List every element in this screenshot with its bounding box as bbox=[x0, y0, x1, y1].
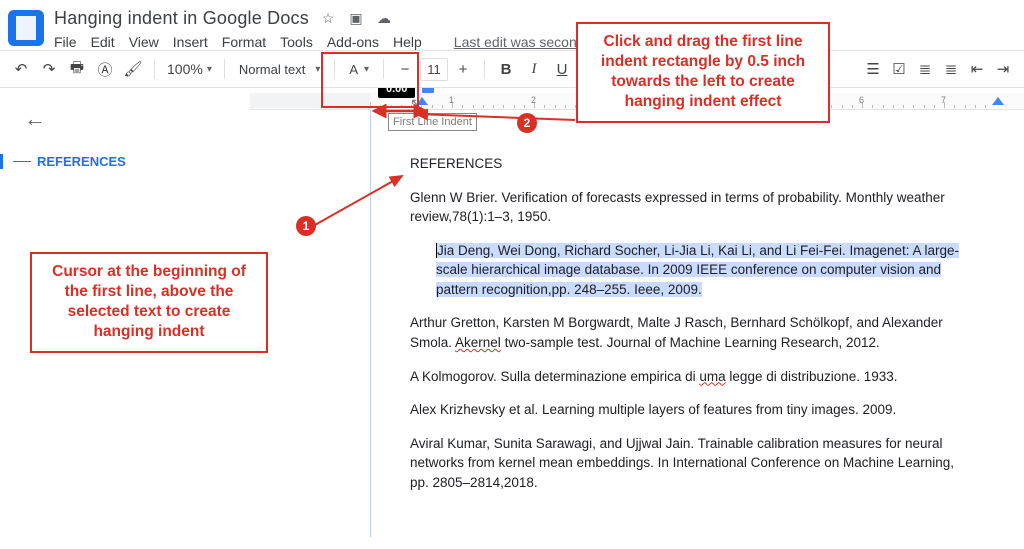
fontsize-increase[interactable]: + bbox=[450, 56, 476, 82]
annotation-callout-2: Click and drag the first line indent rec… bbox=[576, 22, 830, 123]
reference-item: Aviral Kumar, Sunita Sarawagi, and Ujjwa… bbox=[410, 434, 960, 493]
outline-item[interactable]: REFERENCES bbox=[0, 154, 240, 169]
reference-item: Arthur Gretton, Karsten M Borgwardt, Mal… bbox=[410, 313, 960, 352]
page-left-margin-line bbox=[370, 108, 372, 537]
menu-format[interactable]: Format bbox=[222, 34, 266, 50]
reference-item: Glenn W Brier. Verification of forecasts… bbox=[410, 188, 960, 227]
doc-title[interactable]: Hanging indent in Google Docs bbox=[54, 8, 309, 29]
paragraph-style-select[interactable]: Normal text▾ bbox=[233, 62, 327, 77]
menu-insert[interactable]: Insert bbox=[173, 34, 208, 50]
line-spacing-icon[interactable]: ☰ bbox=[860, 56, 886, 82]
menu-help[interactable]: Help bbox=[393, 34, 422, 50]
move-icon[interactable]: ▣ bbox=[347, 9, 365, 27]
indent-increase-icon[interactable]: ⇥ bbox=[990, 56, 1016, 82]
menu-edit[interactable]: Edit bbox=[91, 34, 115, 50]
redo-icon[interactable]: ↷ bbox=[36, 56, 62, 82]
indent-decrease-icon[interactable]: ⇤ bbox=[964, 56, 990, 82]
menu-file[interactable]: File bbox=[54, 34, 77, 50]
undo-icon[interactable]: ↶ bbox=[8, 56, 34, 82]
reference-item: Alex Krizhevsky et al. Learning multiple… bbox=[410, 400, 960, 420]
outline-back-icon[interactable]: ← bbox=[24, 106, 240, 132]
print-icon[interactable]: 🖶 bbox=[64, 56, 90, 82]
italic-icon[interactable]: I bbox=[521, 56, 547, 82]
paint-format-icon[interactable]: 🖌 bbox=[120, 56, 146, 82]
bulleted-list-icon[interactable]: ≣ bbox=[912, 56, 938, 82]
fontsize-input[interactable]: 11 bbox=[420, 58, 448, 81]
spellcheck-icon[interactable]: Ⓐ bbox=[92, 56, 118, 82]
numbered-list-icon[interactable]: ≣ bbox=[938, 56, 964, 82]
menu-view[interactable]: View bbox=[129, 34, 159, 50]
reference-item: Jia Deng, Wei Dong, Richard Socher, Li-J… bbox=[436, 241, 960, 300]
bold-icon[interactable]: B bbox=[493, 56, 519, 82]
annotation-step-badge-1: 1 bbox=[296, 216, 316, 236]
reference-item: A Kolmogorov. Sulla determinazione empir… bbox=[410, 367, 960, 387]
cloud-icon[interactable]: ☁ bbox=[375, 9, 393, 27]
toolbar: ↶ ↷ 🖶 Ⓐ 🖌 100%▾ Normal text▾ A▾ − 11 + B… bbox=[0, 50, 1024, 88]
doc-heading: REFERENCES bbox=[410, 154, 960, 174]
menu-tools[interactable]: Tools bbox=[280, 34, 313, 50]
annotation-callout-1: Cursor at the beginning of the first lin… bbox=[30, 252, 268, 353]
underline-icon[interactable]: U bbox=[549, 56, 575, 82]
annotation-step-badge-2: 2 bbox=[517, 113, 537, 133]
document-body[interactable]: REFERENCES Glenn W Brier. Verification o… bbox=[410, 154, 960, 506]
star-icon[interactable]: ☆ bbox=[319, 9, 337, 27]
annotation-highlight-box bbox=[321, 52, 419, 108]
docs-logo[interactable] bbox=[8, 10, 44, 46]
checklist-icon[interactable]: ☑ bbox=[886, 56, 912, 82]
zoom-select[interactable]: 100%▾ bbox=[163, 61, 216, 77]
menu-addons[interactable]: Add-ons bbox=[327, 34, 379, 50]
menu-bar: File Edit View Insert Format Tools Add-o… bbox=[54, 34, 1014, 50]
